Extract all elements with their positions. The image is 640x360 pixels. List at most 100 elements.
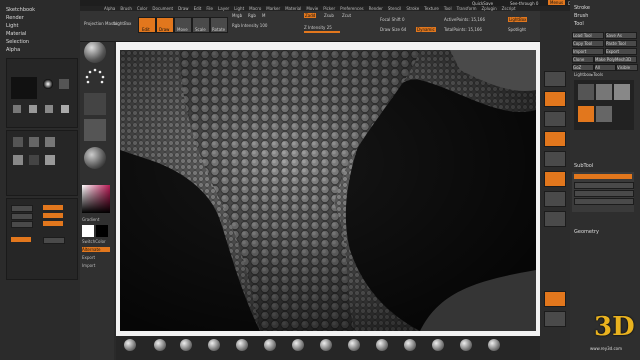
sculpt-canvas[interactable]	[120, 50, 536, 331]
texture-preview-shelf[interactable]	[84, 119, 106, 141]
brush-slot-12[interactable]	[432, 339, 444, 351]
alpha-preview[interactable]	[11, 77, 37, 99]
color-picker[interactable]	[82, 185, 110, 213]
alpha-thumb-5[interactable]	[45, 105, 53, 113]
brush-slot-6[interactable]	[264, 339, 276, 351]
persp-button[interactable]	[544, 91, 566, 107]
draw-button[interactable]: Draw	[156, 17, 174, 33]
tool-thumb-3[interactable]	[614, 84, 630, 100]
gradient-label[interactable]: Gradient	[82, 217, 99, 222]
brush-slot-11[interactable]	[404, 339, 416, 351]
stroke-preview[interactable]	[84, 67, 106, 89]
subtool-item[interactable]	[574, 190, 634, 197]
all-button[interactable]: All	[594, 64, 616, 71]
local-button[interactable]	[544, 131, 566, 147]
brush-slot-14[interactable]	[488, 339, 500, 351]
material-slot-4[interactable]	[43, 213, 63, 218]
copy-tool-button[interactable]: Copy Tool	[572, 40, 604, 47]
alpha-thumb-6[interactable]	[61, 105, 69, 113]
save-as-button[interactable]: Save As	[605, 32, 637, 39]
material-slot-5[interactable]	[11, 221, 33, 228]
quicksave-button[interactable]: QuickSave	[472, 1, 493, 6]
import-tool-button[interactable]: Import	[572, 48, 604, 55]
spotlight-button[interactable]: Spotlight	[508, 27, 526, 32]
floor-button[interactable]	[544, 111, 566, 127]
subtool-item[interactable]	[574, 198, 634, 205]
tool-thumb-4[interactable]	[578, 106, 594, 122]
alternate-button[interactable]: Alternate	[82, 247, 110, 252]
subtool-section[interactable]: SubTool	[574, 164, 593, 169]
alpha-thumb-4[interactable]	[29, 105, 37, 113]
tool-thumb-1[interactable]	[578, 84, 594, 100]
brush-slot-2[interactable]	[154, 339, 166, 351]
z-intensity-slider[interactable]: Z Intensity 25	[304, 25, 332, 30]
alpha-preview-shelf[interactable]	[84, 93, 106, 115]
switch-color-button[interactable]: SwitchColor	[82, 239, 106, 244]
draw-size-slider[interactable]: Draw Size 64	[380, 27, 406, 32]
brush-preview[interactable]	[84, 41, 106, 63]
rotate-view-button[interactable]	[544, 211, 566, 227]
tool-menu-title[interactable]: Tool	[574, 22, 584, 27]
m-button[interactable]: M	[262, 13, 265, 18]
main-color-swatch[interactable]	[82, 225, 94, 237]
texture-thumb-1[interactable]	[13, 137, 23, 147]
material-slot-8[interactable]	[43, 237, 65, 244]
material-slot-3[interactable]	[11, 213, 33, 220]
left-menu-sketchbook[interactable]: Sketchbook	[6, 8, 35, 13]
material-slot-7[interactable]	[11, 237, 31, 242]
focal-shift-slider[interactable]: Focal Shift 0	[380, 17, 405, 22]
lightbox-tools-button[interactable]: Lightbox▸Tools	[574, 72, 603, 77]
left-menu-light[interactable]: Light	[6, 24, 18, 29]
visible-button[interactable]: Visible	[616, 64, 638, 71]
texture-thumb-3[interactable]	[45, 137, 55, 147]
transp-button[interactable]	[544, 311, 566, 327]
goz-button[interactable]: GoZ	[572, 64, 594, 71]
export-button[interactable]: Export	[82, 255, 95, 260]
import-button[interactable]: Import	[82, 263, 95, 268]
stroke-menu[interactable]: Stroke	[574, 6, 590, 11]
brush-slot-3[interactable]	[180, 339, 192, 351]
tool-thumb-5[interactable]	[596, 106, 612, 122]
edit-button[interactable]: Edit	[138, 17, 156, 33]
left-menu-render[interactable]: Render	[6, 16, 24, 21]
subtool-item[interactable]	[574, 182, 634, 189]
rgb-intensity-slider[interactable]: Rgb Intensity 100	[232, 23, 267, 28]
clone-button[interactable]: Clone	[572, 56, 594, 63]
zcut-button[interactable]: Zcut	[342, 13, 351, 18]
secondary-color-swatch[interactable]	[96, 225, 108, 237]
export-tool-button[interactable]: Export	[605, 48, 637, 55]
left-menu-selection[interactable]: Selection	[6, 40, 29, 45]
scale-view-button[interactable]	[544, 191, 566, 207]
alpha-thumb-1[interactable]	[43, 79, 53, 89]
texture-thumb-4[interactable]	[13, 155, 23, 165]
material-preview[interactable]	[84, 147, 106, 169]
material-slot-2[interactable]	[43, 205, 63, 210]
left-menu-alpha[interactable]: Alpha	[6, 48, 20, 53]
material-slot-1[interactable]	[11, 205, 33, 212]
subtool-item-active[interactable]	[574, 174, 632, 179]
mrgb-button[interactable]: Mrgb	[232, 13, 242, 18]
brush-slot-8[interactable]	[320, 339, 332, 351]
zsub-button[interactable]: Zsub	[324, 13, 334, 18]
material-slot-6[interactable]	[43, 221, 63, 226]
texture-thumb-2[interactable]	[29, 137, 39, 147]
dynamic-toggle[interactable]: Dynamic	[416, 27, 436, 32]
brush-slot-4[interactable]	[208, 339, 220, 351]
rotate-button[interactable]: Rotate	[210, 17, 228, 33]
scale-button[interactable]: Scale	[192, 17, 210, 33]
menus-toggle[interactable]: Menus	[548, 0, 566, 5]
paste-tool-button[interactable]: Paste Tool	[605, 40, 637, 47]
frame-button[interactable]	[544, 151, 566, 167]
rgb-button[interactable]: Rgb	[248, 13, 256, 18]
lightbox-toggle[interactable]: LightBox	[508, 17, 528, 22]
brush-slot-10[interactable]	[376, 339, 388, 351]
move-button[interactable]: Move	[174, 17, 192, 33]
texture-thumb-6[interactable]	[45, 155, 55, 165]
alpha-thumb-3[interactable]	[13, 105, 21, 113]
polyf-button[interactable]	[544, 291, 566, 307]
zadd-button[interactable]: Zadd	[304, 13, 317, 18]
alpha-thumb-2[interactable]	[59, 79, 69, 89]
see-through-slider[interactable]: See-through 0	[510, 1, 538, 6]
geometry-section[interactable]: Geometry	[574, 230, 599, 235]
move-view-button[interactable]	[544, 171, 566, 187]
